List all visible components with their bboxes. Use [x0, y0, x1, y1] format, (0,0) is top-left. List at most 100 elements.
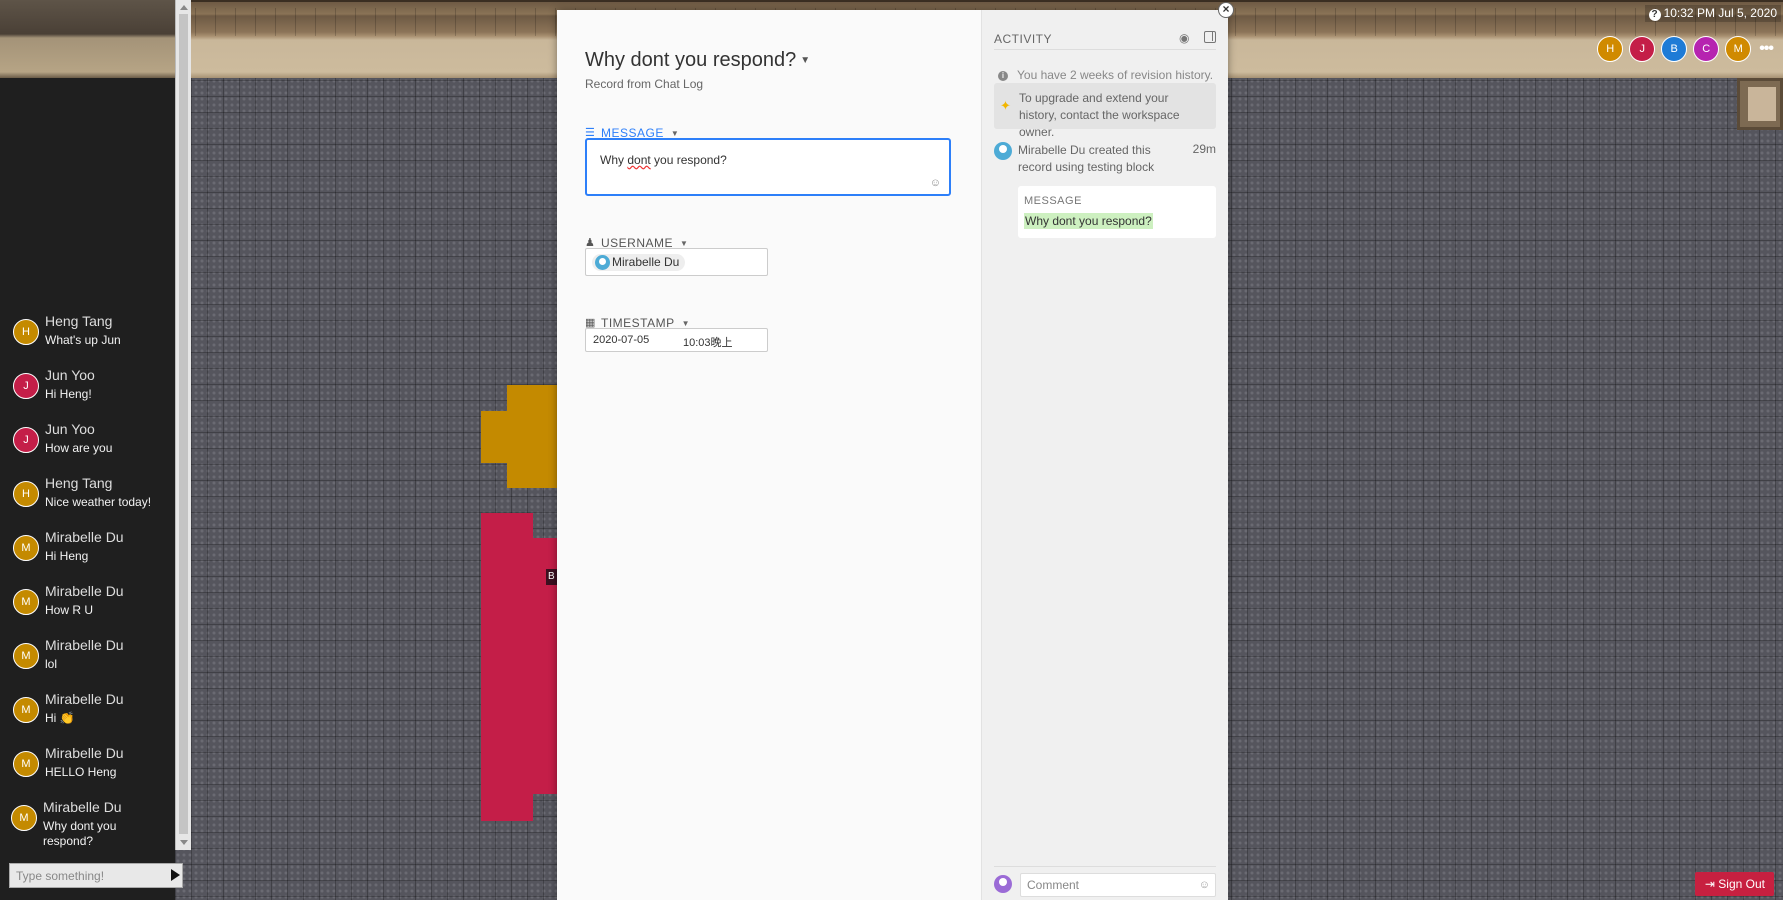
user-avatar[interactable]: B: [1661, 36, 1688, 62]
message-author: Mirabelle Du: [45, 691, 124, 707]
record-title-text: Why dont you respond?: [585, 49, 797, 71]
rss-icon[interactable]: ◉: [1179, 31, 1190, 45]
message-text: Nice weather today!: [45, 495, 152, 509]
avatar: M: [13, 697, 39, 723]
sign-out-label: Sign Out: [1718, 877, 1765, 891]
yellow-furniture-part: [481, 411, 511, 463]
user-avatar[interactable]: J: [1629, 36, 1656, 62]
avatar: H: [13, 481, 39, 507]
emoji-icon[interactable]: ☺: [930, 177, 941, 189]
avatar: M: [13, 751, 39, 777]
scroll-down-icon[interactable]: [180, 840, 188, 845]
emoji-icon[interactable]: ☺: [1199, 879, 1210, 891]
timestamp-date[interactable]: 2020-07-05: [593, 334, 649, 346]
help-icon[interactable]: ?: [1648, 9, 1661, 21]
clock-display: ? 10:32 PM Jul 5, 2020: [1644, 5, 1781, 22]
activity-entry-text: Mirabelle Du created this record using t…: [1018, 143, 1155, 174]
avatar: H: [13, 319, 39, 345]
username-field[interactable]: Mirabelle Du: [585, 248, 768, 276]
record-title[interactable]: Why dont you respond? ▼: [585, 49, 810, 72]
avatar: M: [11, 805, 37, 831]
online-users: H J B C M •••: [1597, 36, 1774, 62]
revision-note-text: You have 2 weeks of revision history.: [1017, 68, 1214, 82]
clock-text: 10:32 PM Jul 5, 2020: [1663, 6, 1777, 20]
long-text-icon: ☰: [585, 127, 596, 139]
caret-down-icon[interactable]: ▼: [800, 55, 810, 66]
activity-pane: ACTIVITY ◉ i You have 2 weeks of revision…: [981, 10, 1228, 900]
message-text: Hi Heng: [45, 549, 89, 563]
room-wall-left: [0, 0, 175, 78]
avatar: M: [13, 535, 39, 561]
activity-header: ACTIVITY ◉: [994, 22, 1216, 50]
sparkle-icon: ✦: [1000, 98, 1011, 113]
record-detail-pane: Why dont you respond? ▼ Record from Chat …: [557, 10, 981, 900]
sign-out-icon: ⇥: [1704, 877, 1719, 891]
record-modal: Why dont you respond? ▼ Record from Chat …: [557, 10, 1228, 900]
record-subtitle: Record from Chat Log: [585, 77, 704, 91]
message-text: What's up Jun: [45, 333, 121, 347]
message-field[interactable]: Why dont you respond? ☺: [585, 138, 951, 196]
avatar: J: [13, 373, 39, 399]
message-author: Jun Yoo: [45, 367, 95, 383]
send-icon[interactable]: [171, 869, 180, 881]
avatar: M: [13, 589, 39, 615]
avatar: M: [13, 643, 39, 669]
caret-down-icon[interactable]: ▼: [682, 319, 690, 328]
user-avatar-icon: [595, 255, 610, 270]
calendar-icon: ▦: [585, 317, 596, 329]
message-text: How R U: [45, 603, 94, 617]
message-author: Mirabelle Du: [43, 799, 122, 815]
chat-scrollbar[interactable]: [175, 0, 191, 850]
change-field-name: MESSAGE: [1024, 195, 1082, 207]
message-value-part: you respond?: [650, 153, 727, 167]
red-furniture: [481, 513, 533, 821]
user-avatar[interactable]: H: [1597, 36, 1624, 62]
more-icon[interactable]: •••: [1759, 40, 1774, 58]
sign-out-button[interactable]: ⇥ Sign Out: [1694, 872, 1774, 896]
message-text: Hi 👏: [45, 711, 75, 725]
upgrade-notice: ✦ To upgrade and extend your history, co…: [994, 83, 1216, 139]
activity-change-card: MESSAGE Why dont you respond?: [1018, 186, 1216, 238]
message-author: Mirabelle Du: [45, 529, 124, 545]
message-value-part: Why: [600, 153, 628, 167]
comment-input[interactable]: [1020, 873, 1216, 897]
caret-down-icon[interactable]: ▼: [671, 129, 679, 138]
caret-down-icon[interactable]: ▼: [680, 239, 688, 248]
message-author: Heng Tang: [45, 313, 113, 329]
avatar: J: [13, 427, 39, 453]
misspelled-word: dont: [627, 153, 651, 167]
yellow-furniture: [507, 385, 562, 488]
message-author: Heng Tang: [45, 475, 113, 491]
chat-input-container: [9, 863, 183, 888]
username-value: Mirabelle Du: [612, 255, 680, 269]
timestamp-time[interactable]: 10:03晚上: [683, 334, 733, 350]
activity-title: ACTIVITY: [994, 32, 1053, 46]
message-text: lol: [45, 657, 58, 671]
message-value[interactable]: Why dont you respond?: [600, 153, 727, 167]
comment-area: ☺: [994, 866, 1216, 898]
timestamp-field[interactable]: 2020-07-05 10:03晚上: [585, 328, 768, 352]
message-text: HELLO Heng: [45, 765, 117, 779]
message-text: Why dont you respond?: [43, 819, 117, 848]
message-author: Mirabelle Du: [45, 583, 124, 599]
close-icon[interactable]: ×: [1218, 2, 1234, 18]
collapse-panel-icon[interactable]: [1204, 31, 1216, 43]
message-author: Mirabelle Du: [45, 637, 124, 653]
user-field-icon: ♟: [585, 237, 596, 249]
wall-decoration: [1737, 78, 1783, 130]
message-author: Mirabelle Du: [45, 745, 124, 761]
message-author: Jun Yoo: [45, 421, 95, 437]
chat-input[interactable]: [10, 864, 160, 887]
user-chip[interactable]: Mirabelle Du: [592, 254, 686, 271]
user-avatar[interactable]: C: [1693, 36, 1720, 62]
scroll-up-icon[interactable]: [180, 5, 188, 10]
message-text: How are you: [45, 441, 113, 455]
message-text: Hi Heng!: [45, 387, 92, 401]
user-avatar[interactable]: M: [1725, 36, 1752, 62]
upgrade-text: To upgrade and extend your history, cont…: [1019, 91, 1180, 139]
change-field-value: Why dont you respond?: [1024, 213, 1153, 229]
scroll-thumb[interactable]: [179, 14, 188, 834]
user-avatar-icon: [994, 875, 1012, 893]
revision-note: i You have 2 weeks of revision history.: [994, 68, 1213, 82]
activity-entry-time: 29m: [1192, 142, 1216, 156]
